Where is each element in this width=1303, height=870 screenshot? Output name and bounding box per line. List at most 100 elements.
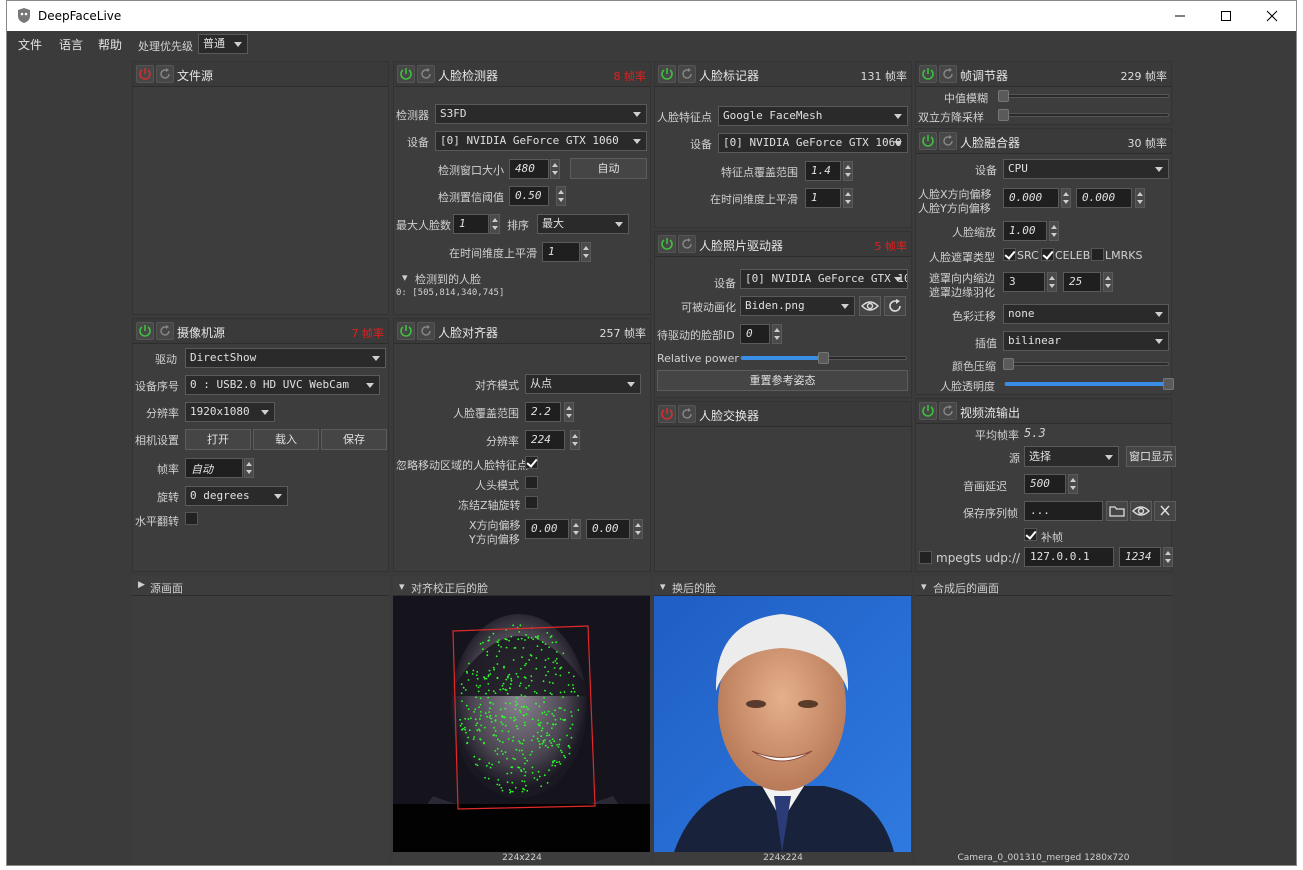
reload-button[interactable] [939,65,957,83]
close-button[interactable] [1249,1,1295,31]
color-transfer-select[interactable]: none [1003,304,1169,324]
reload-button[interactable] [939,402,957,420]
scale-stepper[interactable] [1049,221,1059,241]
erode-input[interactable]: 3 [1003,272,1045,292]
clear-button[interactable] [1154,501,1176,521]
power-toggle[interactable] [136,65,154,83]
opacity-handle[interactable] [1163,378,1174,390]
port-stepper[interactable] [1163,547,1173,567]
port-input[interactable]: 1234 [1119,547,1161,567]
rotation-select[interactable]: 0 degrees [185,486,288,506]
fill-frames-checkbox[interactable] [1024,528,1037,541]
device-select[interactable]: [0] NVIDIA GeForce GTX 1060 [740,269,908,289]
coverage-stepper[interactable] [564,402,574,422]
window-size-input[interactable]: 480 [509,159,549,179]
reload-button[interactable] [156,65,174,83]
power-toggle[interactable] [658,65,676,83]
color-compress-handle[interactable] [1003,358,1014,370]
reload-button[interactable] [678,65,696,83]
exclude-moving-checkbox[interactable] [525,456,538,469]
menu-language[interactable]: 语言 [59,36,83,53]
reload-button[interactable] [417,322,435,340]
reload-button[interactable] [156,322,174,340]
detector-select[interactable]: S3FD [435,104,647,124]
median-blur-handle[interactable] [998,90,1009,102]
mode-select[interactable]: 从点 [525,374,641,394]
collapse-arrow-icon[interactable]: ▾ [399,580,405,593]
menu-help[interactable]: 帮助 [98,36,122,53]
driver-select[interactable]: DirectShow [185,348,386,368]
device-select[interactable]: [0] NVIDIA GeForce GTX 1060 [718,133,908,153]
animatable-select[interactable]: Biden.png [740,296,855,316]
mask-celeb-checkbox[interactable] [1041,248,1054,261]
reload-button[interactable] [678,405,696,423]
save-button[interactable]: 保存 [321,429,387,450]
mask-src-checkbox[interactable] [1003,248,1016,261]
refresh-button[interactable] [884,296,906,316]
threshold-input[interactable]: 0.50 [509,186,549,206]
device-select[interactable]: 0 : USB2.0 HD UVC WebCam [185,375,380,395]
range-stepper[interactable] [843,161,853,181]
show-window-button[interactable]: 窗口显示 [1126,446,1176,467]
color-compress-track[interactable] [1004,362,1169,366]
av-delay-input[interactable]: 500 [1024,474,1066,494]
landmarks-select[interactable]: Google FaceMesh [718,106,908,126]
sort-select[interactable]: 最大 [537,214,629,234]
y-offset-stepper[interactable] [633,519,643,539]
x-offset-input[interactable]: 0.00 [525,519,569,539]
y-offset-input[interactable]: 0.00 [586,519,630,539]
x-offset-stepper[interactable] [571,519,581,539]
av-delay-stepper[interactable] [1068,474,1078,494]
threshold-stepper[interactable] [556,186,566,206]
source-select[interactable]: 选择 [1024,446,1119,467]
smooth-stepper[interactable] [843,188,853,208]
face-id-stepper[interactable] [772,324,782,344]
auto-button[interactable]: 自动 [570,158,647,179]
resolution-input[interactable]: 224 [525,430,565,450]
preview-button[interactable] [859,296,881,316]
flip-checkbox[interactable] [185,512,198,525]
erode-stepper[interactable] [1047,272,1057,292]
y-offset-input[interactable]: 0.000 [1076,188,1132,208]
window-size-stepper[interactable] [550,159,560,179]
resolution-stepper[interactable] [570,430,580,450]
fps-input[interactable]: 自动 [185,458,243,478]
x-offset-stepper[interactable] [1061,188,1071,208]
resolution-select[interactable]: 1920x1080 [185,402,275,422]
reset-pose-button[interactable]: 重置参考姿态 [657,370,908,391]
interpolation-select[interactable]: bilinear [1003,331,1169,351]
freeze-z-checkbox[interactable] [525,496,538,509]
head-mode-checkbox[interactable] [525,476,538,489]
smooth-stepper[interactable] [581,242,591,262]
power-toggle[interactable] [136,322,154,340]
open-folder-button[interactable] [1106,501,1128,521]
mpegts-checkbox[interactable] [919,551,932,564]
blur-input[interactable]: 25 [1063,272,1101,292]
reload-button[interactable] [939,132,957,150]
fps-stepper[interactable] [244,458,254,478]
range-input[interactable]: 1.4 [805,161,841,181]
degrade-handle[interactable] [998,109,1009,121]
open-button[interactable]: 打开 [185,429,251,450]
device-select[interactable]: CPU [1003,159,1169,179]
power-toggle[interactable] [919,132,937,150]
degrade-track[interactable] [999,113,1169,117]
load-button[interactable]: 载入 [253,429,319,450]
expand-arrow-icon[interactable]: ▶ [138,580,145,590]
preview-button[interactable] [1130,501,1152,521]
x-offset-input[interactable]: 0.000 [1003,188,1059,208]
power-toggle[interactable] [397,322,415,340]
reload-button[interactable] [417,65,435,83]
power-toggle[interactable] [658,235,676,253]
collapse-arrow-icon[interactable]: ▾ [402,271,408,284]
blur-stepper[interactable] [1103,272,1113,292]
save-sequence-input[interactable]: ... [1024,501,1103,521]
y-offset-stepper[interactable] [1135,188,1145,208]
power-toggle[interactable] [919,402,937,420]
power-toggle[interactable] [919,65,937,83]
collapse-arrow-icon[interactable]: ▾ [921,580,927,593]
max-faces-input[interactable]: 1 [453,214,489,234]
face-id-input[interactable]: 0 [740,324,770,344]
smooth-input[interactable]: 1 [542,242,580,262]
ip-input[interactable]: 127.0.0.1 [1024,547,1114,567]
